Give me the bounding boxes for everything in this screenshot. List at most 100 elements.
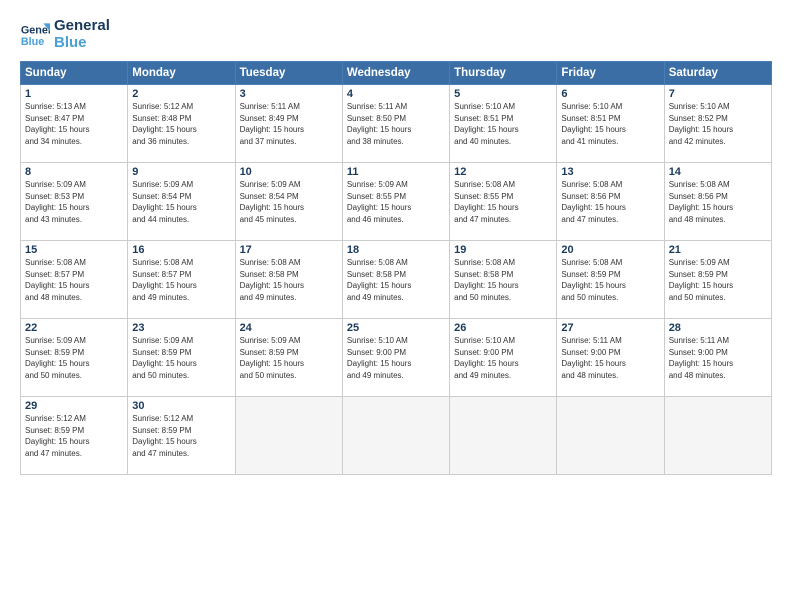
calendar-cell: 7Sunrise: 5:10 AMSunset: 8:52 PMDaylight… <box>664 85 771 163</box>
day-detail: Sunrise: 5:10 AMSunset: 8:51 PMDaylight:… <box>561 101 659 147</box>
day-number: 27 <box>561 322 659 334</box>
logo: General Blue General Blue <box>20 18 110 51</box>
calendar-table: SundayMondayTuesdayWednesdayThursdayFrid… <box>20 61 772 475</box>
calendar-cell: 20Sunrise: 5:08 AMSunset: 8:59 PMDayligh… <box>557 241 664 319</box>
svg-text:Blue: Blue <box>21 36 44 48</box>
day-number: 8 <box>25 166 123 178</box>
weekday-header-saturday: Saturday <box>664 62 771 85</box>
day-detail: Sunrise: 5:08 AMSunset: 8:55 PMDaylight:… <box>454 179 552 225</box>
page: General Blue General Blue SundayMondayTu… <box>0 0 792 612</box>
calendar-cell: 15Sunrise: 5:08 AMSunset: 8:57 PMDayligh… <box>21 241 128 319</box>
day-number: 3 <box>240 88 338 100</box>
weekday-header-friday: Friday <box>557 62 664 85</box>
day-detail: Sunrise: 5:09 AMSunset: 8:54 PMDaylight:… <box>240 179 338 225</box>
calendar-cell: 13Sunrise: 5:08 AMSunset: 8:56 PMDayligh… <box>557 163 664 241</box>
day-number: 19 <box>454 244 552 256</box>
calendar-cell: 4Sunrise: 5:11 AMSunset: 8:50 PMDaylight… <box>342 85 449 163</box>
day-detail: Sunrise: 5:09 AMSunset: 8:59 PMDaylight:… <box>240 335 338 381</box>
day-number: 28 <box>669 322 767 334</box>
day-detail: Sunrise: 5:12 AMSunset: 8:59 PMDaylight:… <box>132 413 230 459</box>
weekday-header-row: SundayMondayTuesdayWednesdayThursdayFrid… <box>21 62 772 85</box>
day-detail: Sunrise: 5:08 AMSunset: 8:59 PMDaylight:… <box>561 257 659 303</box>
day-detail: Sunrise: 5:11 AMSunset: 9:00 PMDaylight:… <box>561 335 659 381</box>
day-detail: Sunrise: 5:11 AMSunset: 8:49 PMDaylight:… <box>240 101 338 147</box>
day-detail: Sunrise: 5:08 AMSunset: 8:56 PMDaylight:… <box>561 179 659 225</box>
day-number: 24 <box>240 322 338 334</box>
day-number: 25 <box>347 322 445 334</box>
day-number: 15 <box>25 244 123 256</box>
day-number: 17 <box>240 244 338 256</box>
day-detail: Sunrise: 5:12 AMSunset: 8:48 PMDaylight:… <box>132 101 230 147</box>
day-detail: Sunrise: 5:11 AMSunset: 9:00 PMDaylight:… <box>669 335 767 381</box>
calendar-cell: 21Sunrise: 5:09 AMSunset: 8:59 PMDayligh… <box>664 241 771 319</box>
calendar-cell: 14Sunrise: 5:08 AMSunset: 8:56 PMDayligh… <box>664 163 771 241</box>
day-number: 14 <box>669 166 767 178</box>
day-number: 22 <box>25 322 123 334</box>
day-number: 5 <box>454 88 552 100</box>
logo-icon: General Blue <box>20 20 50 50</box>
calendar-cell: 17Sunrise: 5:08 AMSunset: 8:58 PMDayligh… <box>235 241 342 319</box>
calendar-cell: 27Sunrise: 5:11 AMSunset: 9:00 PMDayligh… <box>557 319 664 397</box>
day-detail: Sunrise: 5:12 AMSunset: 8:59 PMDaylight:… <box>25 413 123 459</box>
day-detail: Sunrise: 5:10 AMSunset: 9:00 PMDaylight:… <box>347 335 445 381</box>
calendar-cell <box>557 397 664 475</box>
calendar-cell <box>235 397 342 475</box>
calendar-week-3: 15Sunrise: 5:08 AMSunset: 8:57 PMDayligh… <box>21 241 772 319</box>
calendar-cell: 18Sunrise: 5:08 AMSunset: 8:58 PMDayligh… <box>342 241 449 319</box>
calendar-cell: 10Sunrise: 5:09 AMSunset: 8:54 PMDayligh… <box>235 163 342 241</box>
day-number: 4 <box>347 88 445 100</box>
day-detail: Sunrise: 5:08 AMSunset: 8:58 PMDaylight:… <box>454 257 552 303</box>
calendar-week-1: 1Sunrise: 5:13 AMSunset: 8:47 PMDaylight… <box>21 85 772 163</box>
day-detail: Sunrise: 5:08 AMSunset: 8:56 PMDaylight:… <box>669 179 767 225</box>
day-number: 30 <box>132 400 230 412</box>
calendar-cell: 3Sunrise: 5:11 AMSunset: 8:49 PMDaylight… <box>235 85 342 163</box>
calendar-cell: 5Sunrise: 5:10 AMSunset: 8:51 PMDaylight… <box>450 85 557 163</box>
day-number: 9 <box>132 166 230 178</box>
day-detail: Sunrise: 5:10 AMSunset: 8:52 PMDaylight:… <box>669 101 767 147</box>
day-number: 18 <box>347 244 445 256</box>
day-detail: Sunrise: 5:09 AMSunset: 8:59 PMDaylight:… <box>25 335 123 381</box>
weekday-header-tuesday: Tuesday <box>235 62 342 85</box>
day-number: 23 <box>132 322 230 334</box>
calendar-cell: 28Sunrise: 5:11 AMSunset: 9:00 PMDayligh… <box>664 319 771 397</box>
calendar-cell: 26Sunrise: 5:10 AMSunset: 9:00 PMDayligh… <box>450 319 557 397</box>
calendar-cell: 24Sunrise: 5:09 AMSunset: 8:59 PMDayligh… <box>235 319 342 397</box>
weekday-header-monday: Monday <box>128 62 235 85</box>
weekday-header-thursday: Thursday <box>450 62 557 85</box>
calendar-week-5: 29Sunrise: 5:12 AMSunset: 8:59 PMDayligh… <box>21 397 772 475</box>
calendar-cell: 23Sunrise: 5:09 AMSunset: 8:59 PMDayligh… <box>128 319 235 397</box>
calendar-cell: 1Sunrise: 5:13 AMSunset: 8:47 PMDaylight… <box>21 85 128 163</box>
day-number: 29 <box>25 400 123 412</box>
calendar-cell: 11Sunrise: 5:09 AMSunset: 8:55 PMDayligh… <box>342 163 449 241</box>
day-number: 2 <box>132 88 230 100</box>
header: General Blue General Blue <box>20 18 772 51</box>
day-number: 7 <box>669 88 767 100</box>
calendar-cell <box>342 397 449 475</box>
day-number: 1 <box>25 88 123 100</box>
logo-text: General Blue <box>54 18 110 51</box>
calendar-cell: 22Sunrise: 5:09 AMSunset: 8:59 PMDayligh… <box>21 319 128 397</box>
calendar-cell: 12Sunrise: 5:08 AMSunset: 8:55 PMDayligh… <box>450 163 557 241</box>
calendar-cell: 2Sunrise: 5:12 AMSunset: 8:48 PMDaylight… <box>128 85 235 163</box>
day-number: 10 <box>240 166 338 178</box>
calendar-cell <box>664 397 771 475</box>
calendar-cell: 8Sunrise: 5:09 AMSunset: 8:53 PMDaylight… <box>21 163 128 241</box>
calendar-cell: 16Sunrise: 5:08 AMSunset: 8:57 PMDayligh… <box>128 241 235 319</box>
day-detail: Sunrise: 5:10 AMSunset: 8:51 PMDaylight:… <box>454 101 552 147</box>
day-number: 11 <box>347 166 445 178</box>
day-detail: Sunrise: 5:09 AMSunset: 8:55 PMDaylight:… <box>347 179 445 225</box>
day-number: 16 <box>132 244 230 256</box>
calendar-cell: 25Sunrise: 5:10 AMSunset: 9:00 PMDayligh… <box>342 319 449 397</box>
day-detail: Sunrise: 5:13 AMSunset: 8:47 PMDaylight:… <box>25 101 123 147</box>
day-detail: Sunrise: 5:10 AMSunset: 9:00 PMDaylight:… <box>454 335 552 381</box>
day-detail: Sunrise: 5:08 AMSunset: 8:57 PMDaylight:… <box>132 257 230 303</box>
calendar-week-4: 22Sunrise: 5:09 AMSunset: 8:59 PMDayligh… <box>21 319 772 397</box>
day-detail: Sunrise: 5:08 AMSunset: 8:58 PMDaylight:… <box>240 257 338 303</box>
weekday-header-wednesday: Wednesday <box>342 62 449 85</box>
day-detail: Sunrise: 5:08 AMSunset: 8:57 PMDaylight:… <box>25 257 123 303</box>
calendar-cell: 9Sunrise: 5:09 AMSunset: 8:54 PMDaylight… <box>128 163 235 241</box>
day-number: 12 <box>454 166 552 178</box>
calendar-cell: 6Sunrise: 5:10 AMSunset: 8:51 PMDaylight… <box>557 85 664 163</box>
day-detail: Sunrise: 5:08 AMSunset: 8:58 PMDaylight:… <box>347 257 445 303</box>
weekday-header-sunday: Sunday <box>21 62 128 85</box>
